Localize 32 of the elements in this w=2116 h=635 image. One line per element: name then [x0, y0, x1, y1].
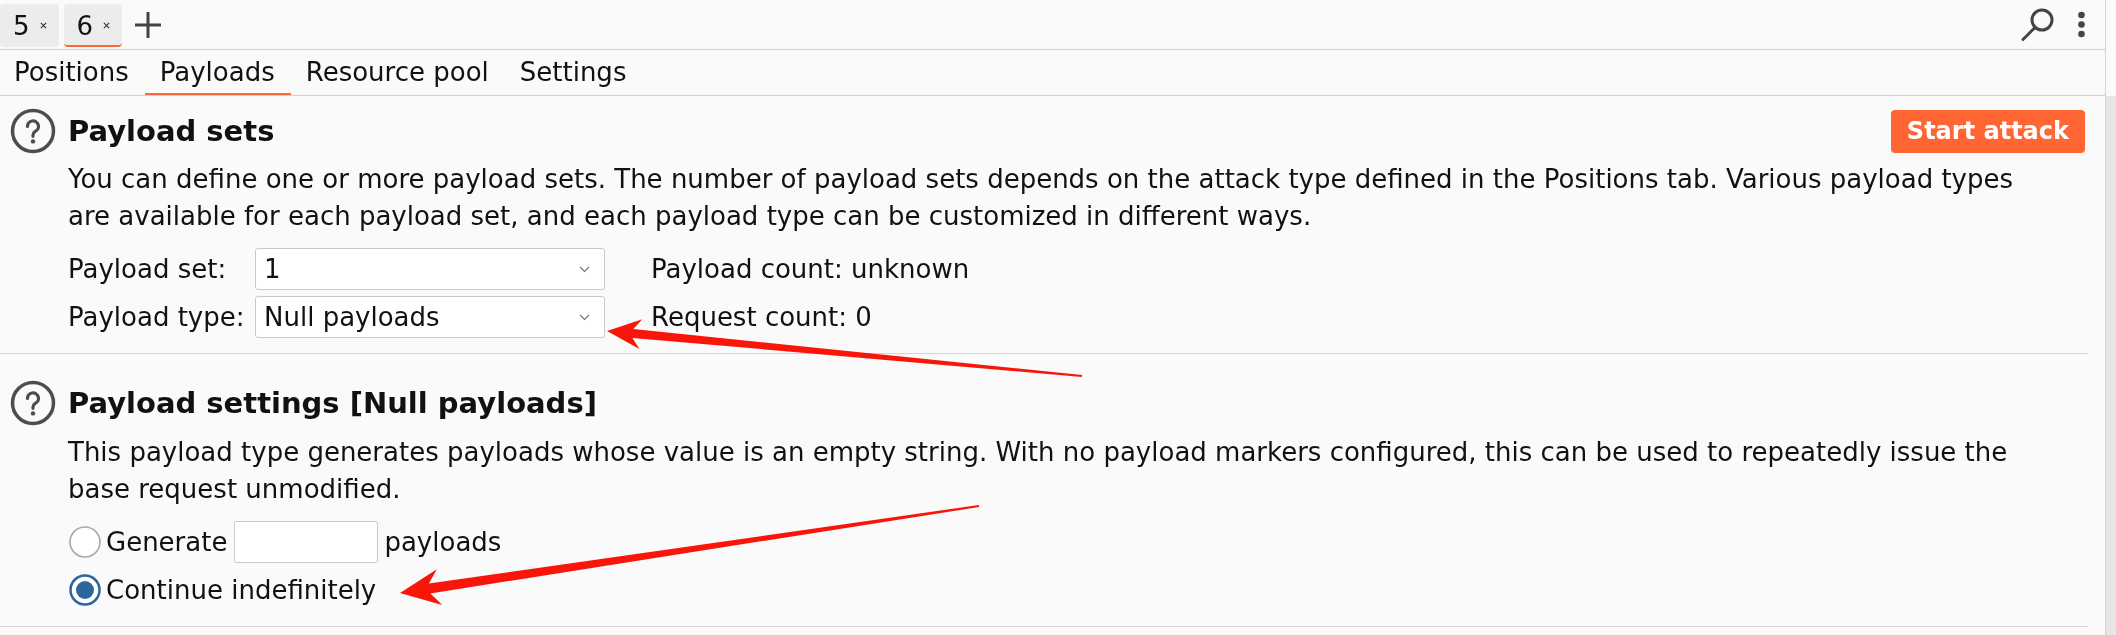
radio-label[interactable]: Continue indefinitely: [106, 575, 377, 605]
field-label: Payload type:: [68, 302, 246, 332]
close-icon[interactable]: [39, 22, 47, 29]
section-description: This payload type generates payloads whose value is an empty string. With no payload markers configured, this can be used to repeatedly issue the base request unmodified.: [68, 436, 2009, 506]
radio-button[interactable]: [69, 526, 101, 558]
scrollbar-track[interactable]: [2106, 96, 2116, 635]
tab[interactable]: Settings: [504, 50, 643, 95]
radio-label[interactable]: Generate: [106, 527, 228, 557]
radio-button[interactable]: [69, 574, 101, 606]
tab[interactable]: Positions: [0, 50, 145, 95]
session-tab[interactable]: 6: [63, 4, 123, 47]
tab[interactable]: Payloads: [144, 50, 291, 95]
plus-icon[interactable]: [135, 11, 162, 38]
close-icon[interactable]: [103, 22, 111, 29]
dropdown[interactable]: 1: [255, 248, 605, 290]
count-input[interactable]: [234, 521, 379, 563]
search-icon[interactable]: [2021, 8, 2054, 41]
section-title: Payload settings [Null payloads]: [68, 386, 597, 420]
more-icon[interactable]: [2077, 11, 2086, 38]
session-tab[interactable]: 5: [0, 4, 59, 47]
section-title: Payload sets: [68, 114, 275, 148]
help-icon[interactable]: [10, 380, 56, 426]
suffix-label: payloads: [384, 527, 502, 557]
chevron-icon: [579, 265, 590, 273]
chevron-icon: [579, 313, 590, 321]
info-text: Request count: 0: [651, 302, 872, 332]
field-label: Payload set:: [68, 254, 228, 284]
help-icon[interactable]: [10, 108, 56, 154]
section-description: You can define one or more payload sets. The number of payload sets depends on the attack type defined in the Positions tab. Various payload types are available for each payload set, and each payload type can be customized in different ways.: [68, 163, 2015, 233]
tab[interactable]: Resource pool: [290, 50, 505, 95]
dropdown[interactable]: Null payloads: [255, 296, 605, 338]
info-text: Payload count: unknown: [651, 254, 970, 284]
